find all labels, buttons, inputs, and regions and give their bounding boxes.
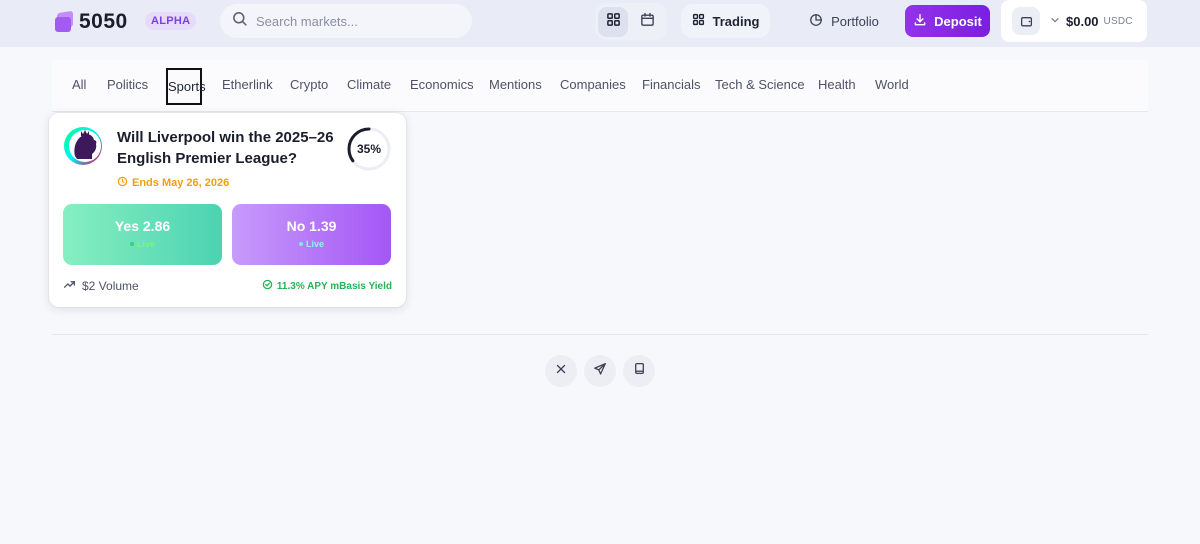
deposit-label: Deposit bbox=[934, 13, 982, 29]
pie-chart-icon bbox=[809, 13, 823, 30]
yield-text: 11.3% APY mBasis Yield bbox=[276, 280, 392, 292]
grid-view-button[interactable] bbox=[598, 6, 628, 37]
wallet-balance[interactable]: $0.00 USDC bbox=[1001, 0, 1147, 42]
tab-health[interactable]: Health bbox=[818, 60, 856, 112]
chevron-down-icon[interactable] bbox=[1050, 12, 1060, 30]
trending-up-icon bbox=[63, 278, 76, 294]
tab-financials[interactable]: Financials bbox=[642, 60, 701, 112]
category-tabs: All Politics Sports Etherlink Crypto Cli… bbox=[52, 60, 1148, 112]
grid-icon bbox=[606, 12, 621, 32]
portfolio-button[interactable]: Portfolio bbox=[796, 4, 892, 38]
x-link[interactable] bbox=[545, 355, 577, 387]
no-button[interactable]: No 1.39 Live bbox=[232, 204, 391, 265]
check-circle-icon bbox=[262, 279, 273, 293]
footer-divider bbox=[52, 334, 1148, 335]
market-yield: 11.3% APY mBasis Yield bbox=[262, 279, 392, 293]
calendar-view-button[interactable] bbox=[632, 7, 662, 37]
yes-button[interactable]: Yes 2.86 Live bbox=[63, 204, 222, 265]
view-toggle bbox=[595, 3, 667, 40]
tab-all[interactable]: All bbox=[72, 60, 86, 112]
yes-label: Yes 2.86 bbox=[114, 218, 171, 234]
wallet-amount: $0.00 bbox=[1066, 13, 1099, 29]
clock-icon bbox=[117, 176, 128, 190]
logo[interactable]: 5050 bbox=[55, 10, 128, 34]
tab-mentions[interactable]: Mentions bbox=[489, 60, 542, 112]
deposit-button[interactable]: Deposit bbox=[905, 5, 990, 37]
tab-climate[interactable]: Climate bbox=[347, 60, 391, 112]
tab-crypto[interactable]: Crypto bbox=[290, 60, 328, 112]
tab-companies[interactable]: Companies bbox=[560, 60, 626, 112]
no-live-indicator: Live bbox=[232, 239, 391, 249]
portfolio-label: Portfolio bbox=[831, 13, 879, 29]
tab-economics[interactable]: Economics bbox=[410, 60, 474, 112]
wallet-icon bbox=[1012, 7, 1040, 35]
market-end-date: Ends May 26, 2026 bbox=[117, 176, 229, 190]
logo-mark-icon bbox=[55, 10, 75, 32]
probability-label: 35% bbox=[356, 142, 382, 156]
book-icon bbox=[633, 362, 646, 380]
yes-live-label: Live bbox=[136, 239, 155, 249]
tab-politics[interactable]: Politics bbox=[107, 60, 148, 112]
tab-etherlink[interactable]: Etherlink bbox=[222, 60, 273, 112]
search-input[interactable] bbox=[256, 13, 456, 29]
market-title[interactable]: Will Liverpool win the 2025–26 English P… bbox=[117, 127, 337, 169]
no-live-label: Live bbox=[305, 239, 324, 249]
tab-world[interactable]: World bbox=[875, 60, 909, 112]
logo-text: 5050 bbox=[79, 10, 128, 33]
market-card[interactable]: Will Liverpool win the 2025–26 English P… bbox=[49, 113, 406, 307]
grid-icon bbox=[692, 13, 705, 29]
premier-league-logo bbox=[63, 126, 103, 166]
send-icon bbox=[593, 362, 607, 381]
alpha-badge: ALPHA bbox=[145, 12, 197, 30]
top-nav: 5050 ALPHA Trading Portfolio bbox=[0, 0, 1200, 47]
volume-text: $2 Volume bbox=[82, 279, 139, 293]
no-label: No 1.39 bbox=[286, 218, 337, 234]
end-date-text: Ends May 26, 2026 bbox=[132, 177, 230, 189]
wallet-unit: USDC bbox=[1103, 15, 1133, 27]
tab-tech-science[interactable]: Tech & Science bbox=[715, 60, 805, 112]
yes-live-indicator: Live bbox=[63, 239, 222, 249]
trading-button[interactable]: Trading bbox=[681, 4, 770, 38]
x-icon bbox=[555, 362, 567, 380]
live-dot-icon bbox=[129, 242, 134, 246]
calendar-icon bbox=[640, 12, 655, 32]
docs-link[interactable] bbox=[623, 355, 655, 387]
download-icon bbox=[913, 13, 927, 30]
telegram-link[interactable] bbox=[584, 355, 616, 387]
live-dot-icon bbox=[298, 242, 303, 246]
search-bar[interactable] bbox=[220, 4, 472, 38]
tab-sports[interactable]: Sports bbox=[166, 68, 206, 105]
trading-label: Trading bbox=[712, 13, 760, 29]
search-icon bbox=[231, 10, 248, 32]
market-volume: $2 Volume bbox=[63, 278, 139, 294]
